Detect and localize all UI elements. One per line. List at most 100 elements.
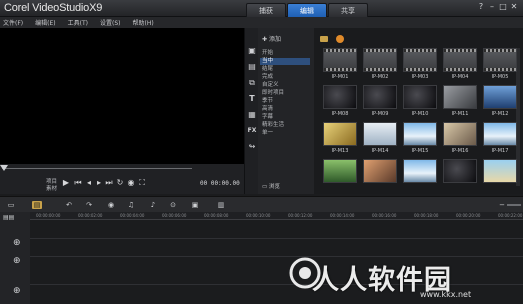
thumbnail-label: IP-M15 <box>411 148 429 154</box>
timeline-toolbar: ▭ ▤ ↶ ↷ ◉ ♫ ♪ ⊙ ▣ ▥ − <box>0 196 523 212</box>
overlay-track-icon[interactable]: ⊕ <box>13 256 21 266</box>
browse-button[interactable]: ▭ 浏览 <box>262 182 280 190</box>
track-divider <box>30 238 523 239</box>
timecode[interactable]: 00 00:00.00 <box>200 180 240 187</box>
track-divider <box>30 256 523 257</box>
template-thumbnail[interactable] <box>363 122 397 146</box>
menu-edit[interactable]: 编辑(E) <box>35 18 55 27</box>
preview-window[interactable] <box>0 28 244 164</box>
undo-icon[interactable]: ↶ <box>64 201 74 209</box>
graphic-icon[interactable]: ▦ <box>247 110 257 120</box>
template-thumbnail[interactable] <box>363 159 397 183</box>
zoom-out-icon[interactable]: − <box>497 201 507 209</box>
folder-icon[interactable] <box>320 36 328 42</box>
minimize-button[interactable]: – <box>487 2 497 11</box>
path-icon[interactable]: ↬ <box>247 142 257 152</box>
film-strip <box>324 68 356 71</box>
motion-tracking-icon[interactable]: ⊙ <box>168 201 178 209</box>
fullscreen-icon[interactable]: ⛶ <box>138 178 146 188</box>
template-thumbnail[interactable] <box>443 48 477 72</box>
next-frame-icon[interactable]: ▸ <box>95 178 103 188</box>
home-icon[interactable]: ⏮ <box>74 178 82 188</box>
close-button[interactable]: ✕ <box>509 2 519 11</box>
folder-item[interactable]: 开始 <box>262 50 273 57</box>
audio-mixer-icon[interactable]: ♫ <box>126 201 136 209</box>
film-strip <box>484 49 516 52</box>
film-strip <box>324 49 356 52</box>
template-thumbnail[interactable] <box>323 159 357 183</box>
instant-project-icon[interactable]: ▤ <box>247 62 257 72</box>
template-thumbnail[interactable] <box>483 48 517 72</box>
folder-item[interactable]: 即时项目 <box>262 90 284 97</box>
tab-capture[interactable]: 捕获 <box>246 3 286 17</box>
template-thumbnail[interactable] <box>403 159 437 183</box>
template-thumbnail[interactable] <box>363 48 397 72</box>
options-icon[interactable] <box>336 35 344 43</box>
mode-clip[interactable]: 素材 <box>46 184 57 192</box>
maximize-button[interactable]: □ <box>498 2 508 11</box>
template-thumbnail[interactable] <box>403 85 437 109</box>
template-thumbnail[interactable] <box>403 48 437 72</box>
menu-file[interactable]: 文件(F) <box>3 18 23 27</box>
add-folder-button[interactable]: ✚ 添加 <box>262 34 281 43</box>
redo-icon[interactable]: ↷ <box>84 201 94 209</box>
template-thumbnail[interactable] <box>443 122 477 146</box>
folder-item[interactable]: 完成 <box>262 74 273 81</box>
folder-item[interactable]: 高清 <box>262 106 273 113</box>
track-buttons-icon[interactable]: ▤▤ <box>3 214 14 221</box>
track-headers: ▤▤ ⊕ ⊕ ⊕ <box>0 212 30 304</box>
tab-edit[interactable]: 编辑 <box>287 3 327 17</box>
folder-item[interactable]: 自定义 <box>262 82 279 89</box>
film-strip <box>404 68 436 71</box>
template-thumbnail[interactable] <box>323 48 357 72</box>
thumbnail-label: IP-M11 <box>451 111 469 117</box>
help-button[interactable]: ? <box>476 2 486 11</box>
title-track-icon[interactable]: ⊕ <box>13 286 21 296</box>
thumbnail-label: IP-M12 <box>491 111 509 117</box>
video-track-icon[interactable]: ⊕ <box>13 238 21 248</box>
template-thumbnail[interactable] <box>483 85 517 109</box>
menu-settings[interactable]: 设置(S) <box>100 18 121 27</box>
folder-item[interactable]: 字幕 <box>262 114 273 121</box>
folder-item[interactable]: 单一 <box>262 130 273 137</box>
auto-music-icon[interactable]: ♪ <box>148 201 158 209</box>
template-thumbnail[interactable] <box>483 122 517 146</box>
folder-item[interactable]: 季节 <box>262 98 273 105</box>
media-icon[interactable]: ▣ <box>247 46 257 56</box>
fx-icon[interactable]: FX <box>247 126 257 136</box>
title-icon[interactable]: T <box>247 94 257 104</box>
folder-item[interactable]: 精彩生活 <box>262 122 284 129</box>
template-thumbnail[interactable] <box>323 85 357 109</box>
record-icon[interactable]: ◉ <box>106 201 116 209</box>
volume-icon[interactable]: ◉ <box>127 178 135 188</box>
template-thumbnail[interactable] <box>443 159 477 183</box>
menu-help[interactable]: 帮助(H) <box>132 18 153 27</box>
folder-item[interactable]: 结尾 <box>262 66 273 73</box>
prev-frame-icon[interactable]: ◂ <box>85 178 93 188</box>
subtitle-icon[interactable]: ▣ <box>190 201 200 209</box>
ruler-tick-label: 00:00:06:00 <box>162 213 187 218</box>
storyboard-view-icon[interactable]: ▭ <box>6 201 16 209</box>
play-icon[interactable]: ▶ <box>62 178 70 188</box>
tab-share[interactable]: 共享 <box>328 3 368 17</box>
template-thumbnail[interactable] <box>443 85 477 109</box>
thumbnail-label: IP-M04 <box>451 74 469 80</box>
template-thumbnail[interactable] <box>483 159 517 183</box>
timeline-ruler[interactable]: 00:00:00:00 00:00:02:00 00:00:04:00 00:00:0… <box>30 212 523 220</box>
timeline-view-icon[interactable]: ▤ <box>32 201 42 209</box>
template-thumbnail[interactable] <box>363 85 397 109</box>
zoom-slider[interactable] <box>507 204 521 206</box>
thumbnail-label: IP-M16 <box>451 148 469 154</box>
ruler-tick-label: 00:00:22:00 <box>498 213 523 218</box>
repeat-icon[interactable]: ↻ <box>116 178 124 188</box>
template-thumbnail[interactable] <box>323 122 357 146</box>
scrub-handle[interactable] <box>0 165 8 171</box>
track-manager-icon[interactable]: ▥ <box>216 201 226 209</box>
scrub-bar[interactable] <box>0 164 244 172</box>
template-thumbnail[interactable] <box>403 122 437 146</box>
thumbnail-label: IP-M05 <box>491 74 509 80</box>
folder-item-selected[interactable]: 当中 <box>260 58 310 65</box>
menu-tools[interactable]: 工具(T) <box>68 18 88 27</box>
transition-icon[interactable]: ⧉ <box>247 78 257 88</box>
end-icon[interactable]: ⏭ <box>105 178 113 188</box>
